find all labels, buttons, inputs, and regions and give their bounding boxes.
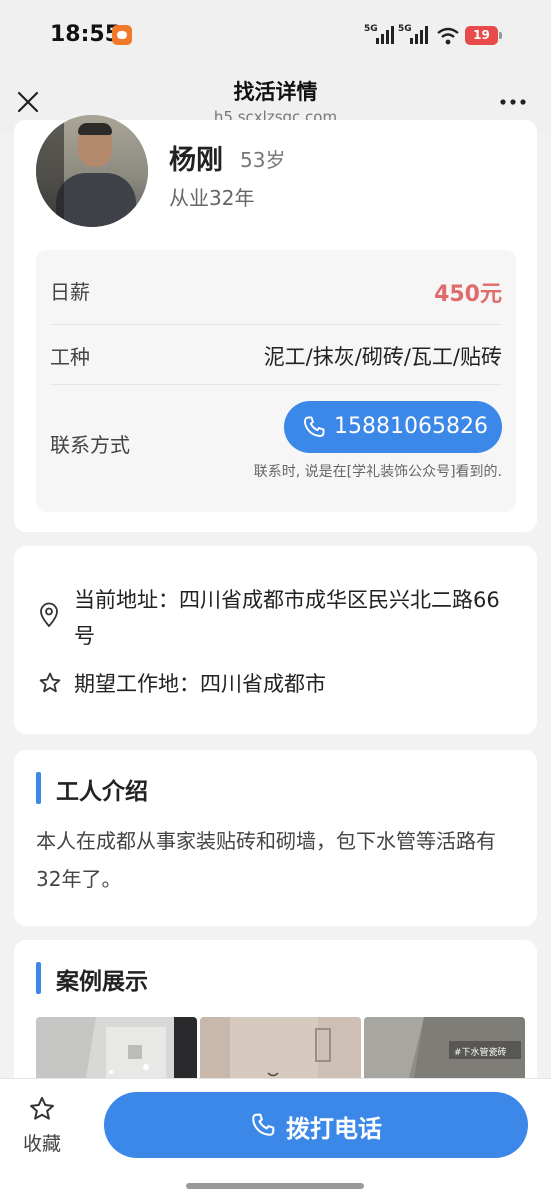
signal-type-label: 5G (364, 24, 378, 34)
status-bar: 18:55 5G 5G 19 (0, 0, 551, 72)
favorite-button[interactable]: 收藏 (20, 1095, 64, 1159)
worker-name: 杨刚 (169, 145, 223, 176)
more-icon[interactable] (497, 90, 529, 114)
wage-value: 450元 (434, 282, 502, 307)
cases-title: 案例展示 (56, 969, 148, 995)
star-icon (39, 672, 61, 693)
intro-text: 本人在成都从事家装贴砖和砌墙，包下水管等活路有32年了。 (36, 829, 496, 891)
worker-experience: 从业32年 (169, 186, 255, 210)
trade-row: 工种 泥工/抹灰/砌砖/瓦工/贴砖 (50, 325, 502, 385)
profile-card: 杨刚 53岁 从业32年 日薪 450元 工种 泥工/抹灰/砌砖/瓦工/贴砖 联… (14, 115, 537, 532)
cellular-signal-icon: 5G (364, 24, 396, 46)
wage-row: 日薪 450元 (50, 250, 502, 325)
intro-title: 工人介绍 (56, 779, 148, 805)
star-icon (30, 1096, 54, 1120)
home-indicator[interactable] (186, 1183, 364, 1189)
cellular-signal-icon: 5G (398, 24, 430, 46)
page-title: 找活详情 (233, 80, 318, 104)
contact-row: 联系方式 15881065826 联系时, 说是在[学礼装饰公众号]看到的. (50, 385, 502, 512)
wifi-icon (437, 27, 459, 45)
contact-label: 联系方式 (50, 433, 130, 457)
expected-work-location: 期望工作地：四川省成都市 (74, 672, 326, 696)
battery-level: 19 (473, 28, 490, 42)
trade-value: 泥工/抹灰/砌砖/瓦工/贴砖 (263, 345, 502, 369)
phone-icon (252, 1113, 275, 1136)
favorite-label: 收藏 (22, 1133, 61, 1155)
status-time: 18:55 (50, 22, 121, 47)
bottom-action-bar: 收藏 拨打电话 (0, 1078, 551, 1200)
worker-age: 53岁 (240, 148, 286, 172)
phone-icon (304, 416, 325, 437)
current-address: 当前地址：四川省成都市成华区民兴北二路66号 (74, 588, 500, 648)
section-accent-bar (36, 772, 41, 804)
contact-note: 联系时, 说是在[学礼装饰公众号]看到的. (253, 464, 502, 480)
location-pin-icon (40, 602, 58, 628)
trade-label: 工种 (50, 345, 90, 369)
thumbnail-watermark: #下水管瓷砖 (454, 1046, 507, 1058)
section-accent-bar (36, 962, 41, 994)
call-button-label: 拨打电话 (286, 1115, 382, 1143)
signal-type-label: 5G (398, 24, 412, 34)
call-button[interactable]: 拨打电话 (104, 1092, 528, 1158)
address-card: 当前地址：四川省成都市成华区民兴北二路66号 期望工作地：四川省成都市 (14, 546, 537, 734)
wage-label: 日薪 (50, 280, 90, 304)
phone-number-button[interactable]: 15881065826 (284, 401, 502, 453)
battery-icon: 19 (465, 26, 502, 45)
info-box: 日薪 450元 工种 泥工/抹灰/砌砖/瓦工/贴砖 联系方式 158810658… (36, 250, 516, 512)
avatar (36, 115, 148, 227)
phone-number: 15881065826 (334, 414, 488, 439)
app-notification-icon (112, 25, 132, 45)
intro-card: 工人介绍 本人在成都从事家装贴砖和砌墙，包下水管等活路有32年了。 (14, 750, 537, 926)
